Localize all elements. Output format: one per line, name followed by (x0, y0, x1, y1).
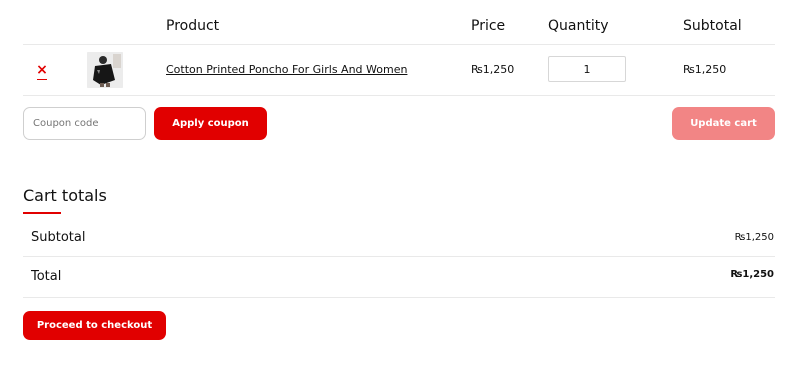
quantity-input[interactable] (548, 56, 626, 82)
product-link[interactable]: Cotton Printed Poncho For Girls And Wome… (166, 63, 407, 76)
update-cart-button[interactable]: Update cart (672, 107, 775, 140)
remove-item-button[interactable]: × (33, 61, 51, 80)
remove-underline (37, 79, 47, 80)
header-price: Price (471, 18, 506, 34)
total-value: ₨1,250 (730, 269, 774, 280)
product-thumbnail[interactable] (87, 52, 123, 88)
row-price: ₨1,250 (471, 63, 515, 76)
header-subtotal: Subtotal (683, 18, 742, 34)
cart-totals-underline (23, 212, 61, 214)
subtotal-label: Subtotal (31, 230, 86, 245)
total-divider (23, 297, 775, 298)
cart-totals-title: Cart totals (23, 186, 107, 205)
proceed-to-checkout-button[interactable]: Proceed to checkout (23, 311, 166, 340)
coupon-input[interactable] (23, 107, 146, 140)
subtotal-divider (23, 256, 775, 257)
apply-coupon-button[interactable]: Apply coupon (154, 107, 267, 140)
row-subtotal: ₨1,250 (683, 63, 727, 76)
header-divider (23, 44, 775, 45)
row-divider (23, 95, 775, 96)
poncho-thumbnail-icon (87, 52, 123, 88)
header-quantity: Quantity (548, 18, 609, 34)
close-icon: × (36, 62, 48, 78)
subtotal-value: ₨1,250 (734, 232, 774, 243)
header-product: Product (166, 18, 220, 34)
total-label: Total (31, 269, 62, 284)
